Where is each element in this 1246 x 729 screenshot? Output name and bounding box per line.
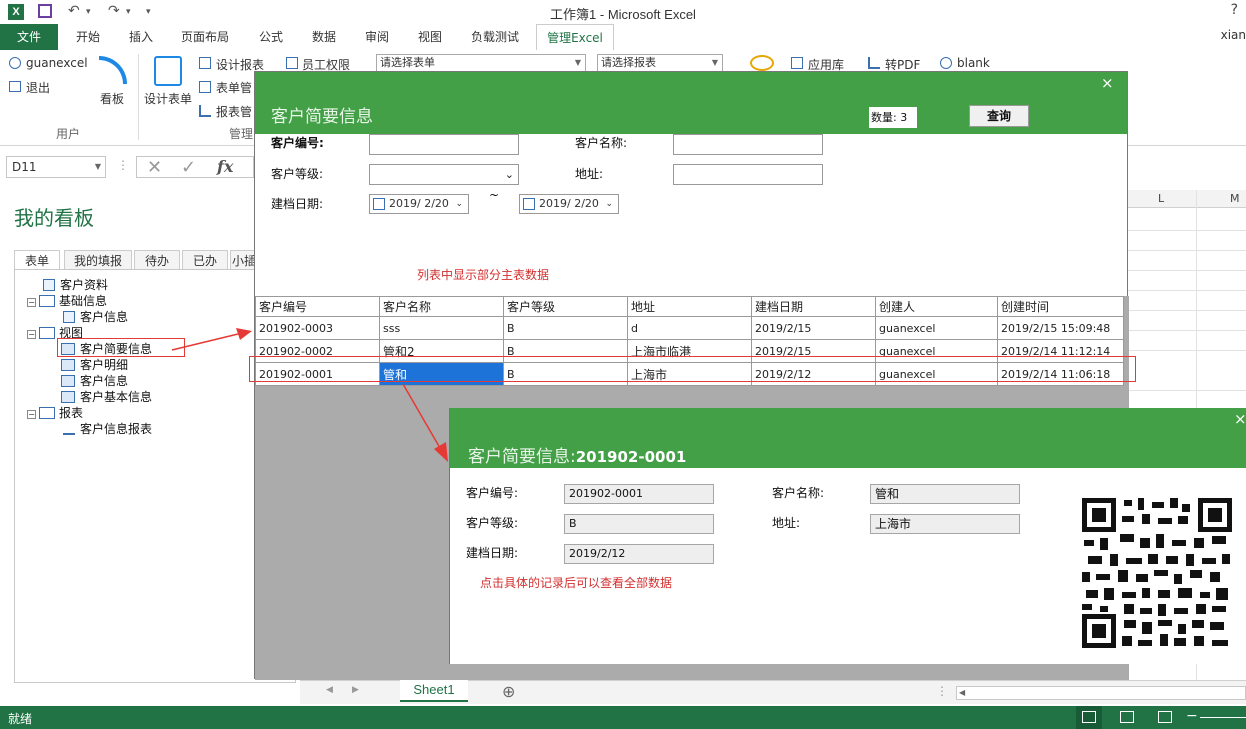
detail-level-label: 客户等级:: [466, 516, 519, 530]
dialog-title-prefix: 客户简要信息:: [468, 447, 576, 467]
scroll-left-icon[interactable]: ◀: [959, 688, 965, 697]
status-bar: 就绪 −: [0, 706, 1246, 729]
page-break-view-icon[interactable]: [1158, 711, 1172, 723]
annotation-arrow-line: [171, 333, 239, 351]
detail-address-field: 上海市: [870, 514, 1020, 534]
close-icon[interactable]: ×: [1234, 410, 1246, 428]
annotation-arrowhead: [434, 442, 448, 462]
zoom-slider[interactable]: [1200, 717, 1246, 718]
dialog-title: 客户简要信息:201902-0001: [468, 442, 686, 467]
horizontal-scrollbar[interactable]: ◀: [956, 686, 1246, 700]
qr-code-icon: [1082, 498, 1232, 648]
detail-address-label: 地址:: [772, 516, 801, 530]
dialog-header: 客户简要信息:201902-0001 ×: [450, 408, 1246, 468]
detail-date-label: 建档日期:: [466, 546, 519, 560]
annotation-arrow-line: [402, 383, 441, 449]
detail-code-label: 客户编号:: [466, 486, 519, 500]
detail-note: 点击具体的记录后可以查看全部数据: [480, 576, 673, 590]
page-layout-view-icon[interactable]: [1120, 711, 1134, 723]
detail-code-field: 201902-0001: [564, 484, 714, 504]
detail-level-field: B: [564, 514, 714, 534]
sheet-tab-bar: ◀ ▶ Sheet1 ⊕ ⋮ ◀: [300, 680, 1246, 704]
tab-split-handle[interactable]: ⋮: [936, 684, 948, 698]
customer-detail-dialog: 客户简要信息:201902-0001 × 客户编号: 201902-0001 客…: [449, 408, 1246, 664]
detail-name-field: 管和: [870, 484, 1020, 504]
status-ready: 就绪: [8, 712, 33, 726]
zoom-out-icon[interactable]: −: [1186, 708, 1198, 724]
sheet-tab-sheet1[interactable]: Sheet1: [400, 680, 468, 702]
detail-date-field: 2019/2/12: [564, 544, 714, 564]
scroll-left-icon[interactable]: ◀: [326, 685, 333, 695]
dialog-title-code: 201902-0001: [575, 448, 687, 466]
grid-view-icon: [1082, 711, 1096, 723]
annotation-arrowhead: [236, 328, 252, 340]
add-sheet-button[interactable]: ⊕: [502, 682, 515, 701]
scroll-right-icon[interactable]: ▶: [352, 685, 359, 695]
detail-name-label: 客户名称:: [772, 486, 825, 500]
